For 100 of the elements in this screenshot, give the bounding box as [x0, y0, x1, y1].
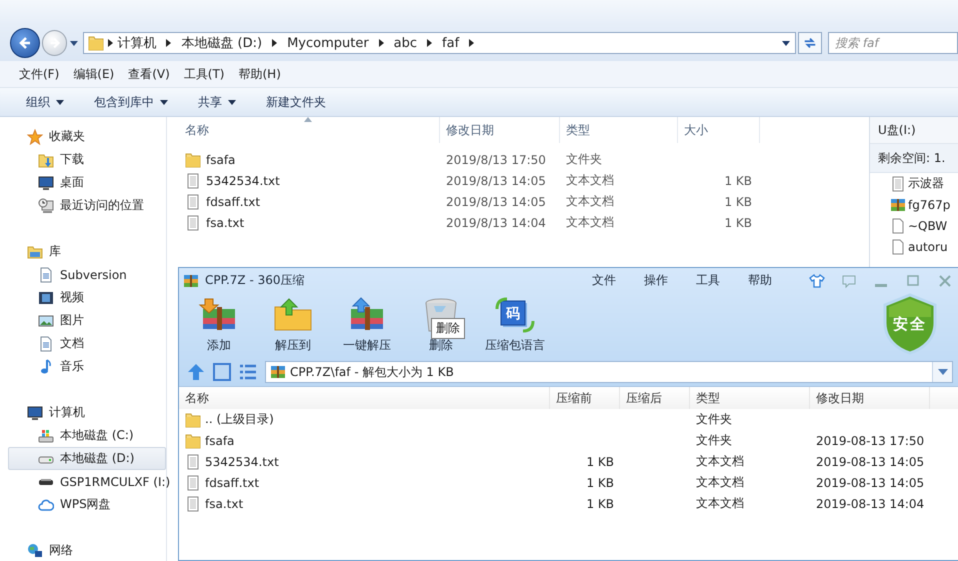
sidebar-item[interactable]: 网络: [8, 539, 166, 561]
sidebar-item[interactable]: WPS网盘: [8, 493, 166, 516]
refresh-button[interactable]: [798, 32, 822, 54]
table-cell-text: 1 KB: [585, 476, 615, 490]
file-name[interactable]: fsa.txt: [205, 496, 244, 510]
library-folder-icon: [27, 244, 43, 260]
table-cell-text: 1 KB: [585, 496, 615, 510]
window-title: CPP.7Z - 360压缩: [205, 272, 305, 289]
table-cell-text: 文本文档: [565, 193, 615, 210]
sidebar-item[interactable]: Subversion: [8, 263, 166, 286]
toolbar-button[interactable]: 包含到库中: [94, 94, 168, 110]
table-cell-text: 文本文档: [695, 453, 745, 470]
table-cell-text: 2019/8/13 17:50: [445, 152, 547, 166]
column-header[interactable]: 压缩前: [550, 387, 620, 409]
column-header[interactable]: 大小: [678, 117, 760, 143]
path-text: CPP.7Z\faf - 解包大小为 1 KB: [290, 364, 454, 380]
sidebar-item[interactable]: 文档: [8, 332, 166, 355]
monitor-icon: [38, 174, 54, 190]
breadcrumb-item[interactable]: faf: [442, 36, 460, 50]
chevron-icon[interactable]: [378, 39, 384, 47]
column-header[interactable]: 压缩后: [620, 387, 690, 409]
file-name[interactable]: 示波器: [908, 175, 944, 192]
file-name[interactable]: fdsaff.txt: [205, 476, 260, 490]
file-name[interactable]: fsa.txt: [206, 216, 244, 230]
column-header[interactable]: 名称: [179, 387, 550, 409]
toolbar-button[interactable]: 共享: [198, 94, 236, 110]
menu-item[interactable]: 帮助(H): [238, 66, 281, 82]
menu-item[interactable]: 工具(T): [184, 66, 224, 82]
thumbnail-view-button[interactable]: [213, 363, 231, 381]
toolbar-button[interactable]: 新建文件夹: [266, 94, 326, 110]
archive-icon: [270, 364, 286, 380]
text-file-icon: [185, 172, 201, 188]
tool-button[interactable]: 一键解压: [330, 297, 404, 354]
file-name[interactable]: .. (上级目录): [205, 411, 274, 428]
column-header[interactable]: 类型: [560, 117, 678, 143]
file-name[interactable]: fdsaff.txt: [206, 194, 260, 208]
file-name[interactable]: 5342534.txt: [206, 174, 280, 188]
menu-item[interactable]: 工具: [696, 272, 720, 289]
address-bar[interactable]: 计算机 本地磁盘 (D:) Mycomputer abc faf: [83, 32, 796, 54]
tool-button[interactable]: 码 压缩包语言: [478, 297, 552, 354]
drive-icon: [38, 428, 54, 444]
dropdown-caret-icon[interactable]: [781, 39, 792, 47]
archive-icon: [183, 272, 199, 288]
up-arrow-icon: [187, 363, 205, 381]
sidebar-item[interactable]: 音乐: [8, 355, 166, 378]
file-name[interactable]: fsafa: [206, 152, 236, 166]
file-name[interactable]: fsafa: [205, 434, 234, 448]
back-button[interactable]: [10, 28, 40, 58]
sidebar-item[interactable]: 本地磁盘 (C:): [8, 424, 166, 447]
chevron-icon[interactable]: [427, 39, 432, 47]
menu-item[interactable]: 文件(F): [19, 66, 60, 82]
sidebar-item[interactable]: 图片: [8, 309, 166, 332]
column-header[interactable]: 类型: [690, 387, 810, 409]
caret-icon: [938, 369, 948, 375]
chevron-icon[interactable]: [272, 39, 278, 47]
sidebar-item[interactable]: 本地磁盘 (D:): [8, 447, 166, 470]
file-name[interactable]: autoru: [908, 240, 948, 254]
file-name[interactable]: 5342534.txt: [205, 454, 279, 468]
table-cell-text: 文件夹: [695, 432, 733, 449]
tool-button[interactable]: 添加: [182, 297, 256, 354]
up-button[interactable]: [187, 363, 205, 381]
sidebar-item[interactable]: 收藏夹: [8, 125, 166, 148]
sidebar-item[interactable]: 下载: [8, 148, 166, 171]
column-header[interactable]: 修改日期: [440, 117, 560, 143]
music-note-icon: [38, 358, 54, 374]
history-caret-icon[interactable]: [69, 39, 80, 47]
menu-item[interactable]: 文件: [592, 272, 616, 289]
chevron-icon[interactable]: [469, 39, 474, 47]
path-field[interactable]: CPP.7Z\faf - 解包大小为 1 KB: [265, 361, 953, 383]
table-cell-text: 1 KB: [723, 174, 753, 188]
sidebar-item[interactable]: 桌面: [8, 171, 166, 194]
file-name[interactable]: fg767p: [908, 198, 950, 212]
sidebar-item[interactable]: 视频: [8, 286, 166, 309]
dropdown-button[interactable]: [932, 362, 952, 382]
menu-item[interactable]: 编辑(E): [73, 66, 114, 82]
menu-item[interactable]: 查看(V): [128, 66, 170, 82]
breadcrumb-item[interactable]: 计算机: [117, 34, 156, 52]
column-header[interactable]: 修改日期: [810, 387, 930, 409]
text-file-icon: [185, 214, 201, 230]
list-view-button[interactable]: [239, 363, 257, 381]
breadcrumb-item[interactable]: 本地磁盘 (D:): [181, 34, 262, 52]
sidebar-item[interactable]: 最近访问的位置: [8, 194, 166, 217]
table-cell-text: 2019-08-13 14:04: [815, 496, 926, 510]
sidebar-item[interactable]: 计算机: [8, 401, 166, 424]
menu-item[interactable]: 帮助: [748, 272, 772, 289]
breadcrumb-item[interactable]: Mycomputer: [287, 36, 369, 50]
breadcrumb-item[interactable]: abc: [394, 36, 418, 50]
search-field[interactable]: 搜索 faf: [828, 32, 958, 54]
table-cell-text: 文本文档: [565, 214, 615, 231]
archive-icon: [890, 196, 906, 212]
file-name[interactable]: ~QBW: [908, 218, 948, 232]
sidebar-item[interactable]: 库: [8, 240, 166, 263]
menu-item[interactable]: 操作: [644, 272, 668, 289]
text-file-icon: [185, 496, 201, 512]
chevron-icon[interactable]: [166, 39, 172, 47]
tool-button[interactable]: 解压到: [256, 297, 330, 354]
toolbar-button[interactable]: 组织: [26, 94, 64, 110]
table-cell-text: 1 KB: [723, 216, 753, 230]
chevron-icon[interactable]: [108, 39, 114, 47]
landscape-icon: [38, 312, 54, 328]
